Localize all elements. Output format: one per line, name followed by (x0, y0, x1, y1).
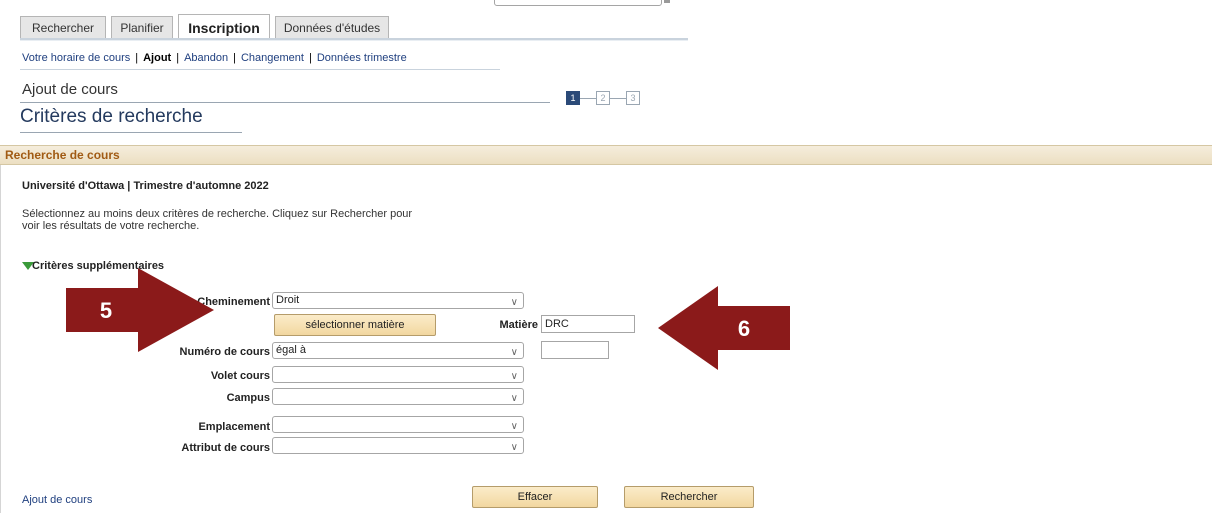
subnav-separator: | (176, 52, 180, 64)
subnav-votre-horaire[interactable]: Votre horaire de cours (22, 52, 130, 64)
cheminement-select[interactable]: Droit ∨ (272, 292, 524, 309)
volet-label: Volet cours (210, 370, 270, 382)
tab-inscription[interactable]: Inscription (178, 14, 270, 38)
emplacement-select[interactable]: ∨ (272, 416, 524, 433)
annotation-number-5: 5 (100, 298, 112, 323)
volet-select[interactable]: ∨ (272, 366, 524, 383)
tab-rechercher[interactable]: Rechercher (20, 16, 106, 38)
select-subject-button[interactable]: sélectionner matière (274, 314, 436, 336)
annotation-number-6: 6 (738, 316, 750, 341)
step-2: 2 (596, 91, 610, 105)
annotation-arrow-5: 5 (66, 268, 214, 352)
attribut-select[interactable]: ∨ (272, 437, 524, 454)
chevron-down-icon: ∨ (510, 347, 518, 358)
step-1: 1 (566, 91, 580, 105)
ajout-de-cours-link[interactable]: Ajout de cours (22, 494, 92, 506)
section-title: Recherche de cours (5, 148, 120, 162)
page-subheading: Critères de recherche (20, 106, 203, 127)
numero-input[interactable] (541, 341, 609, 359)
chevron-down-icon: ∨ (510, 442, 518, 453)
instructions-line-2: voir les résultats de votre recherche. (22, 220, 200, 232)
sub-navigation: Votre horaire de cours | Ajout | Abandon | Cha… (22, 52, 407, 64)
campus-select[interactable]: ∨ (272, 388, 524, 405)
chevron-down-icon: ∨ (510, 371, 518, 382)
subnav-separator: | (308, 52, 312, 64)
arrow-right-shape (66, 268, 214, 352)
matiere-input[interactable]: DRC (541, 315, 635, 333)
instructions-line-1: Sélectionnez au moins deux critères de r… (22, 208, 413, 220)
subnav-abandon[interactable]: Abandon (184, 52, 228, 64)
heading-underline (20, 102, 550, 103)
subnav-ajout[interactable]: Ajout (143, 52, 171, 64)
subnav-separator: | (233, 52, 236, 64)
chevron-down-icon: ∨ (510, 421, 518, 432)
chevron-down-icon: ∨ (510, 297, 518, 308)
matiere-label: Matière (499, 319, 538, 331)
arrow-left-shape (658, 286, 790, 370)
subnav-divider (20, 69, 500, 70)
subnav-separator: | (135, 52, 139, 64)
tab-divider-shadow (20, 40, 688, 41)
tab-planifier[interactable]: Planifier (111, 16, 173, 38)
campus-label: Campus (226, 392, 270, 404)
page-heading: Ajout de cours (22, 81, 118, 98)
step-connector (610, 98, 626, 99)
search-button[interactable]: Rechercher (624, 486, 754, 508)
top-box-marker (664, 0, 670, 3)
attribut-label: Attribut de cours (181, 442, 270, 454)
tab-donnees-etudes[interactable]: Données d'études (275, 16, 389, 38)
step-connector (580, 98, 596, 99)
numero-operator-select[interactable]: égal à ∨ (272, 342, 524, 359)
instructions: Sélectionnez au moins deux critères de r… (22, 208, 542, 232)
step-3: 3 (626, 91, 640, 105)
subnav-donnees-trimestre[interactable]: Données trimestre (317, 52, 407, 64)
institution-term: Université d'Ottawa | Trimestre d'automn… (22, 180, 269, 192)
subnav-changement[interactable]: Changement (241, 52, 304, 64)
emplacement-label: Emplacement (198, 421, 270, 433)
chevron-down-icon: ∨ (510, 393, 518, 404)
annotation-arrow-6: 6 (658, 286, 790, 370)
subheading-underline (20, 132, 242, 133)
top-search-box[interactable] (494, 0, 662, 6)
cheminement-value: Droit (276, 294, 300, 306)
numero-operator-value: égal à (276, 344, 306, 356)
section-header: Recherche de cours (0, 145, 1212, 165)
clear-button[interactable]: Effacer (472, 486, 598, 508)
